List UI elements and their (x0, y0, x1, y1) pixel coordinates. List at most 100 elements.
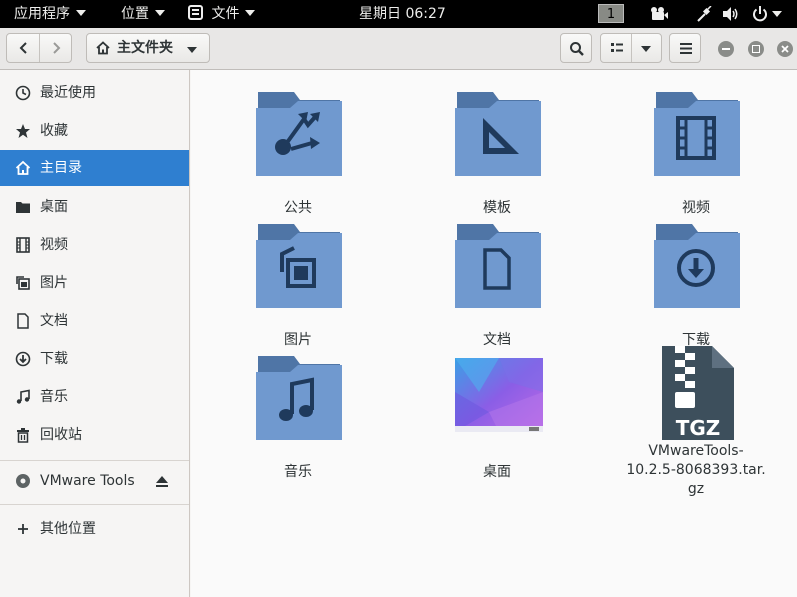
search-button[interactable] (560, 33, 592, 63)
desktop-thumbnail-icon (455, 358, 543, 432)
clock-icon (15, 85, 31, 101)
forward-button[interactable] (49, 41, 63, 55)
archive-badge: TGZ (675, 416, 721, 440)
file-item-label: VMwareTools- 10.2.5-8068393.tar. gz (621, 442, 771, 499)
path-bar-home-button[interactable]: 主文件夹 (86, 33, 210, 63)
sidebar-item-label: 主目录 (40, 160, 82, 176)
folder-music-icon (256, 356, 342, 440)
sidebar-item-label: 收藏 (40, 123, 68, 139)
file-item-label: 文档 (483, 332, 511, 348)
sidebar-item-trash[interactable]: 回收站 (0, 417, 189, 453)
view-options-button-group (600, 33, 662, 63)
hamburger-menu-icon (680, 43, 692, 54)
grid-view-toggle-icon[interactable] (610, 42, 624, 54)
sidebar-item-videos[interactable]: 视频 (0, 227, 189, 263)
maximize-icon (752, 45, 760, 53)
chevron-down-icon (245, 10, 256, 16)
clock[interactable]: 星期日 06:27 (359, 0, 446, 28)
files-app-menu-label: 文件 (211, 6, 240, 22)
folder-icon (16, 202, 30, 213)
sidebar-item-label: 文档 (40, 313, 68, 329)
disc-icon (16, 474, 30, 488)
folder-pictures-icon (256, 224, 342, 308)
navigation-button-group (6, 33, 72, 63)
vmware-tools-icon[interactable] (650, 6, 668, 22)
network-wired-icon[interactable] (696, 6, 712, 22)
sidebar-separator (0, 504, 189, 505)
folder-public-icon (256, 92, 342, 176)
sidebar-item-recent[interactable]: 最近使用 (0, 75, 189, 111)
file-item-label-line: VMwareTools- (648, 443, 744, 459)
file-item-label: 图片 (284, 332, 312, 348)
star-icon (16, 124, 30, 138)
sidebar-item-label: 其他位置 (40, 521, 96, 537)
chevron-down-icon (76, 10, 86, 16)
sidebar-item-label: VMware Tools (40, 473, 135, 489)
sidebar-item-vmware-tools[interactable]: VMware Tools (0, 463, 189, 499)
file-item-label: 视频 (682, 200, 710, 216)
file-item-label: 桌面 (483, 464, 511, 480)
sidebar-item-downloads[interactable]: 下载 (0, 341, 189, 377)
file-item-label-line: 10.2.5-8068393.tar. (626, 462, 766, 478)
file-item-label: 音乐 (284, 464, 312, 480)
places-menu[interactable]: 位置 (121, 0, 165, 28)
folder-documents-icon (455, 224, 541, 308)
workspace-number: 1 (606, 7, 616, 22)
plus-icon (18, 524, 28, 534)
view-options-chevron-icon[interactable] (641, 46, 651, 52)
file-item-label: 模板 (483, 200, 511, 216)
sidebar: 最近使用 收藏 主目录 桌面 视频 图片 文档 下载 音乐 回收站 VMware… (0, 70, 190, 597)
chevron-down-icon (155, 10, 165, 16)
close-button[interactable] (777, 41, 793, 57)
home-icon (15, 160, 31, 175)
sidebar-item-label: 下载 (40, 351, 68, 367)
menu-button[interactable] (669, 33, 701, 63)
search-icon (570, 42, 584, 56)
music-icon (16, 389, 30, 404)
maximize-button[interactable] (748, 41, 764, 57)
folder-videos-icon (654, 92, 740, 176)
home-icon (96, 41, 110, 55)
system-menu-chevron-icon[interactable] (772, 11, 782, 17)
sidebar-item-desktop[interactable]: 桌面 (0, 189, 189, 225)
close-icon (781, 45, 789, 53)
sidebar-item-home[interactable]: 主目录 (0, 150, 189, 186)
sidebar-item-label: 视频 (40, 237, 68, 253)
header-bar: 主文件夹 (0, 28, 797, 70)
sidebar-item-label: 桌面 (40, 199, 68, 215)
sidebar-item-pictures[interactable]: 图片 (0, 265, 189, 301)
folder-templates-icon (455, 92, 541, 176)
sidebar-separator (0, 460, 189, 461)
files-app-menu[interactable]: 文件 (188, 0, 256, 28)
sidebar-item-label: 图片 (40, 275, 68, 291)
sidebar-item-label: 音乐 (40, 389, 68, 405)
top-bar: 应用程序 位置 文件 星期日 06:27 1 (0, 0, 797, 28)
sidebar-item-starred[interactable]: 收藏 (0, 113, 189, 149)
document-icon (17, 313, 29, 329)
minimize-icon (722, 48, 730, 50)
sidebar-item-music[interactable]: 音乐 (0, 379, 189, 415)
sidebar-item-label: 最近使用 (40, 85, 96, 101)
back-button[interactable] (17, 41, 31, 55)
minimize-button[interactable] (718, 41, 734, 57)
trash-icon (17, 428, 29, 443)
sidebar-item-other-locations[interactable]: 其他位置 (0, 511, 189, 547)
folder-download-icon (654, 224, 740, 308)
chevron-down-icon (187, 47, 197, 53)
clock-label: 星期日 06:27 (359, 6, 446, 22)
power-icon[interactable] (751, 5, 769, 23)
sidebar-item-label: 回收站 (40, 427, 82, 443)
applications-menu-label: 应用程序 (14, 6, 70, 22)
download-icon (15, 351, 31, 367)
volume-icon[interactable] (722, 6, 740, 22)
workspace-indicator[interactable]: 1 (598, 4, 624, 23)
eject-icon[interactable] (155, 474, 169, 488)
sidebar-item-documents[interactable]: 文档 (0, 303, 189, 339)
file-item-label-line: gz (687, 481, 705, 497)
places-menu-label: 位置 (121, 6, 149, 22)
film-icon (16, 237, 30, 253)
picture-icon (16, 276, 30, 290)
path-button-label: 主文件夹 (117, 40, 173, 56)
file-view: 公共 模板 视频 图片 文档 下载 音乐 桌面 TGZ VMwareTools-… (191, 70, 797, 597)
applications-menu[interactable]: 应用程序 (14, 0, 86, 28)
